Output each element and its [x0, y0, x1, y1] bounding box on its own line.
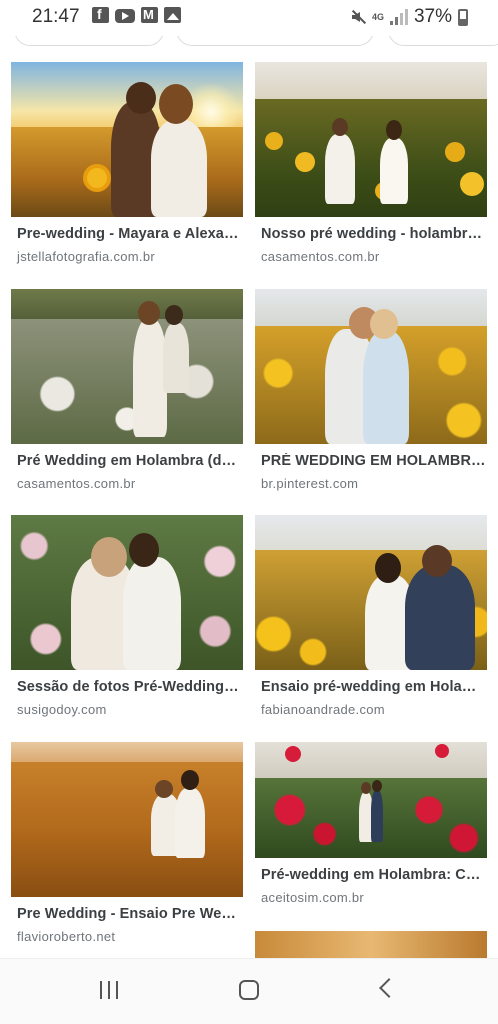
- system-icons: 4G 37%: [350, 6, 468, 28]
- result-source[interactable]: casamentos.com.br: [17, 476, 243, 491]
- result-thumbnail[interactable]: [255, 515, 487, 670]
- result-source[interactable]: jstellafotografia.com.br: [17, 249, 243, 264]
- result-thumbnail[interactable]: [255, 931, 487, 958]
- result-thumbnail[interactable]: [255, 289, 487, 444]
- facebook-icon: [92, 6, 109, 23]
- image-result[interactable]: Nosso pré wedding - holambr… casamentos.…: [255, 62, 487, 264]
- result-source[interactable]: aceitosim.com.br: [261, 890, 487, 905]
- result-thumbnail[interactable]: [11, 289, 243, 444]
- notification-icons: [92, 6, 181, 23]
- status-time: 21:47: [32, 6, 80, 27]
- image-result[interactable]: Pre Wedding - Ensaio Pre We… flaviorober…: [11, 742, 243, 944]
- image-result[interactable]: PRÉ WEDDING EM HOLAMBR… br.pinterest.com: [255, 289, 487, 491]
- gallery-icon: [164, 7, 181, 23]
- recent-apps-icon[interactable]: [100, 981, 118, 999]
- result-source[interactable]: br.pinterest.com: [261, 476, 487, 491]
- result-thumbnail[interactable]: [11, 515, 243, 670]
- gmail-icon: [141, 7, 158, 23]
- status-bar: 21:47 4G 37%: [0, 0, 498, 36]
- result-title[interactable]: Nosso pré wedding - holambr…: [261, 226, 487, 242]
- back-icon[interactable]: [379, 978, 399, 998]
- result-source[interactable]: susigodoy.com: [17, 702, 243, 717]
- image-result[interactable]: Sessão de fotos Pré-Wedding… susigodoy.c…: [11, 515, 243, 717]
- battery-icon: [458, 8, 468, 26]
- result-title[interactable]: Pre-wedding - Mayara e Alexa…: [17, 226, 243, 242]
- youtube-icon: [115, 8, 135, 23]
- result-title[interactable]: Ensaio pré-wedding em Hola…: [261, 679, 487, 695]
- image-result[interactable]: Pré-wedding em Holambra: C… aceitosim.co…: [255, 742, 487, 905]
- result-title[interactable]: PRÉ WEDDING EM HOLAMBR…: [261, 453, 487, 469]
- result-source[interactable]: fabianoandrade.com: [261, 702, 487, 717]
- image-result[interactable]: Pré Wedding em Holambra (d… casamentos.c…: [11, 289, 243, 491]
- image-result[interactable]: Ensaio pré-wedding em Hola… fabianoandra…: [255, 515, 487, 717]
- navigation-bar: [0, 958, 498, 1024]
- result-thumbnail[interactable]: [255, 742, 487, 858]
- image-result[interactable]: Pre-wedding - Mayara e Alexa… jstellafot…: [11, 62, 243, 264]
- mute-icon: [350, 9, 366, 25]
- signal-icon: [389, 9, 408, 25]
- image-result[interactable]: [255, 931, 487, 958]
- result-title[interactable]: Pré-wedding em Holambra: C…: [261, 867, 487, 883]
- result-title[interactable]: Pre Wedding - Ensaio Pre We…: [17, 906, 243, 922]
- result-source[interactable]: casamentos.com.br: [261, 249, 487, 264]
- result-title[interactable]: Pré Wedding em Holambra (d…: [17, 453, 243, 469]
- result-thumbnail[interactable]: [11, 742, 243, 897]
- result-thumbnail[interactable]: [11, 62, 243, 217]
- data-icon: 4G: [371, 12, 384, 22]
- result-title[interactable]: Sessão de fotos Pré-Wedding…: [17, 679, 243, 695]
- result-source[interactable]: flavioroberto.net: [17, 929, 243, 944]
- result-thumbnail[interactable]: [255, 62, 487, 217]
- battery-percent: 37%: [413, 6, 452, 27]
- home-icon[interactable]: [239, 980, 259, 1000]
